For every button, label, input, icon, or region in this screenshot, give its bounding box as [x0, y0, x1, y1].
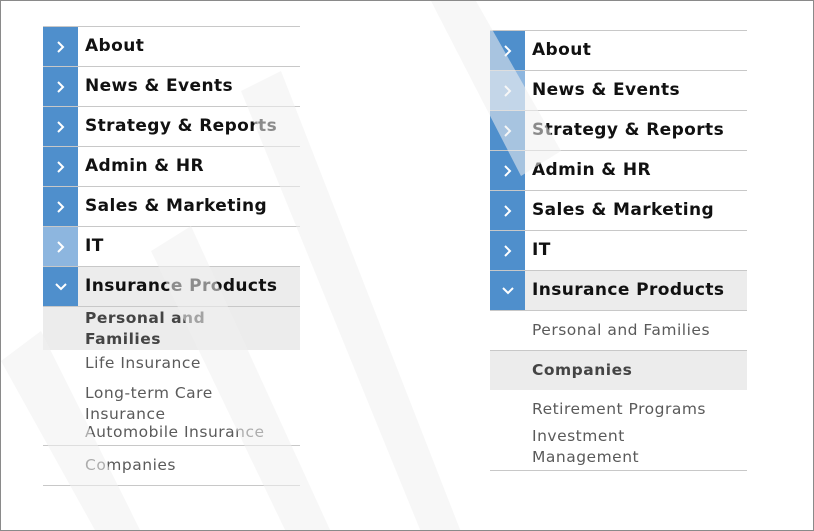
- chevron-right-icon: [490, 31, 525, 70]
- chevron-right-icon: [490, 71, 525, 110]
- submenu-item-label: Investment Management: [532, 427, 640, 466]
- menu-item-label: IT: [532, 240, 551, 260]
- left-menu-item-news-events[interactable]: News & Events: [43, 67, 300, 107]
- chevron-right-icon: [490, 191, 525, 230]
- right-menu-item-admin-hr[interactable]: Admin & HR: [490, 151, 747, 191]
- menu-item-label: Strategy & Reports: [85, 116, 278, 136]
- chevron-right-icon: [43, 27, 78, 66]
- menu-item-label: Admin & HR: [85, 156, 204, 176]
- chevron-right-icon: [490, 111, 525, 150]
- menu-item-label: News & Events: [85, 76, 234, 96]
- left-navigation-menu: About News & Events Strategy & Reports A…: [43, 26, 300, 486]
- right-submenu-item-retirement-programs[interactable]: Retirement Programs: [490, 390, 747, 426]
- left-menu-item-it[interactable]: IT: [43, 227, 300, 267]
- left-menu-item-about[interactable]: About: [43, 27, 300, 67]
- chevron-right-icon: [490, 231, 525, 270]
- menu-item-label: Insurance Products: [85, 276, 278, 296]
- left-submenu-item-personal-families[interactable]: Personal and Families: [43, 307, 300, 350]
- submenu-item-label: Retirement Programs: [532, 400, 706, 418]
- menu-item-label: About: [85, 36, 145, 56]
- right-submenu-item-companies[interactable]: Companies: [490, 351, 747, 390]
- menu-item-label: Strategy & Reports: [532, 120, 725, 140]
- menu-item-label: IT: [85, 236, 104, 256]
- right-submenu-item-personal-families[interactable]: Personal and Families: [490, 311, 747, 351]
- menu-item-label: About: [532, 40, 592, 60]
- submenu-item-label: Life Insurance: [85, 354, 201, 372]
- menu-item-label: Insurance Products: [532, 280, 725, 300]
- submenu-item-label: Automobile Insurance: [85, 423, 265, 441]
- right-menu-item-insurance-products[interactable]: Insurance Products: [490, 271, 747, 311]
- menu-item-label: Sales & Marketing: [85, 196, 268, 216]
- chevron-right-icon: [43, 67, 78, 106]
- left-submenu-item-long-term-care[interactable]: Long-term Care Insurance: [43, 378, 300, 425]
- chevron-right-icon: [43, 227, 78, 266]
- chevron-right-icon: [43, 107, 78, 146]
- chevron-down-icon: [43, 267, 78, 306]
- right-navigation-menu: About News & Events Strategy & Reports A…: [490, 30, 747, 471]
- chevron-right-icon: [43, 147, 78, 186]
- submenu-item-label: Companies: [532, 361, 633, 379]
- left-submenu-item-life-insurance[interactable]: Life Insurance: [43, 350, 300, 378]
- right-menu-item-about[interactable]: About: [490, 31, 747, 71]
- left-submenu-item-automobile-insurance[interactable]: Automobile Insurance: [43, 423, 300, 446]
- menu-item-label: News & Events: [532, 80, 681, 100]
- left-submenu-item-companies[interactable]: Companies: [43, 446, 300, 486]
- submenu-item-label: Personal and Families: [85, 309, 206, 348]
- chevron-right-icon: [490, 151, 525, 190]
- right-menu-item-sales-marketing[interactable]: Sales & Marketing: [490, 191, 747, 231]
- chevron-down-icon: [490, 271, 525, 310]
- menu-item-label: Sales & Marketing: [532, 200, 715, 220]
- left-menu-item-sales-marketing[interactable]: Sales & Marketing: [43, 187, 300, 227]
- menu-item-label: Admin & HR: [532, 160, 651, 180]
- left-menu-item-strategy-reports[interactable]: Strategy & Reports: [43, 107, 300, 147]
- left-menu-item-insurance-products[interactable]: Insurance Products: [43, 267, 300, 307]
- submenu-item-label: Long-term Care Insurance: [85, 384, 213, 423]
- right-menu-item-strategy-reports[interactable]: Strategy & Reports: [490, 111, 747, 151]
- right-menu-item-it[interactable]: IT: [490, 231, 747, 271]
- right-submenu-item-investment-management[interactable]: Investment Management: [490, 426, 747, 471]
- submenu-item-label: Companies: [85, 456, 176, 474]
- screenshot-frame: About News & Events Strategy & Reports A…: [0, 0, 814, 531]
- submenu-item-label: Personal and Families: [532, 321, 711, 339]
- left-menu-item-admin-hr[interactable]: Admin & HR: [43, 147, 300, 187]
- right-menu-item-news-events[interactable]: News & Events: [490, 71, 747, 111]
- chevron-right-icon: [43, 187, 78, 226]
